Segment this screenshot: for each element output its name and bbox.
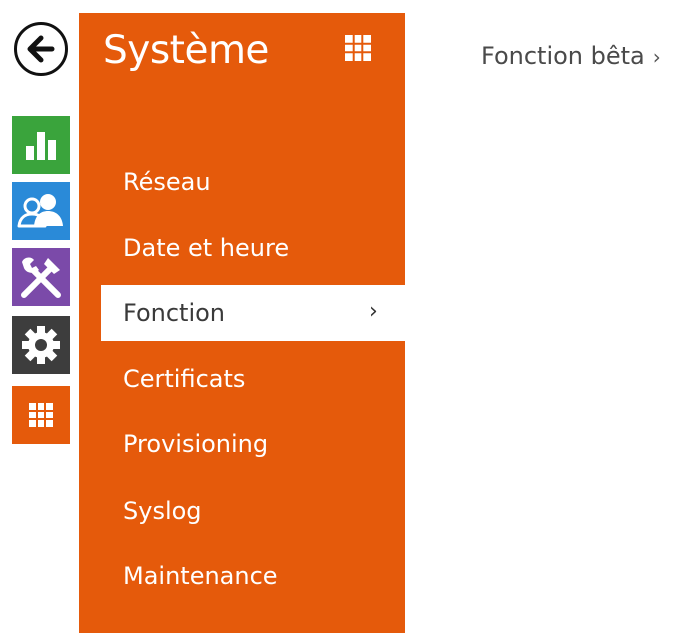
back-button[interactable] (14, 22, 68, 76)
chevron-right-icon: › (369, 299, 378, 324)
menu-item-label: Syslog (123, 497, 202, 525)
grid-icon (12, 386, 70, 444)
section-fonction-beta[interactable]: Fonction bêta › (481, 42, 661, 70)
menu-item-certificats[interactable]: Certificats (79, 351, 405, 407)
tools-icon (12, 248, 70, 306)
menu-item-provisioning[interactable]: Provisioning (79, 416, 405, 472)
bar-chart-icon (12, 116, 70, 174)
page: Système Réseau Date et heure Fonction › … (0, 0, 682, 633)
menu-item-label: Fonction (123, 299, 226, 327)
rail-users-button[interactable] (12, 182, 70, 240)
arrow-left-icon (27, 35, 55, 63)
menu-item-fonction[interactable]: Fonction › (101, 285, 485, 341)
menu-item-label: Certificats (123, 365, 246, 393)
menu-item-date-et-heure[interactable]: Date et heure (79, 220, 405, 276)
chevron-right-icon: › (652, 45, 661, 69)
menu-item-label: Date et heure (123, 234, 290, 262)
menu-item-reseau[interactable]: Réseau (79, 154, 405, 210)
section-title: Fonction bêta (481, 42, 645, 70)
menu-item-label: Provisioning (123, 430, 269, 458)
page-title: Système (103, 28, 269, 73)
grid-icon[interactable] (343, 33, 373, 63)
menu-item-label: Réseau (123, 168, 211, 196)
menu-item-label: Maintenance (123, 562, 278, 590)
menu-item-syslog[interactable]: Syslog (79, 483, 405, 539)
system-menu-panel: Système Réseau Date et heure Fonction › … (79, 13, 485, 633)
menu-item-maintenance[interactable]: Maintenance (79, 548, 405, 604)
rail-hardware-button[interactable] (12, 316, 70, 374)
users-icon (12, 182, 70, 240)
gear-icon (12, 316, 70, 374)
rail-system-button[interactable] (12, 386, 70, 444)
rail-services-button[interactable] (12, 248, 70, 306)
rail-status-button[interactable] (12, 116, 70, 174)
